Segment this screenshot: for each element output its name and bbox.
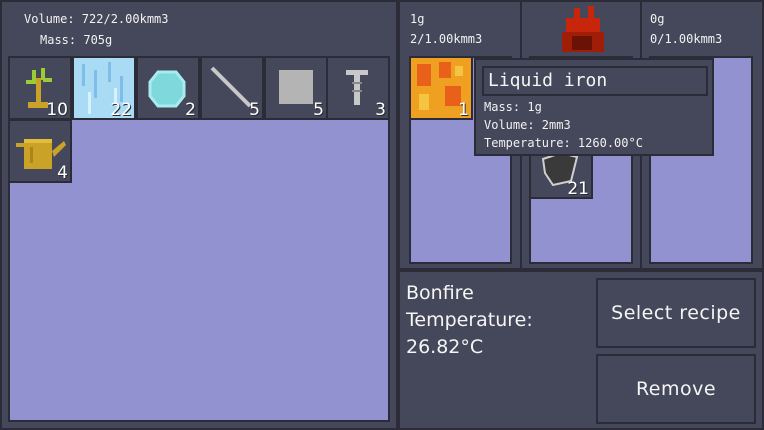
fire-slot-right-volume: 0/1.00kmm3 xyxy=(650,32,723,46)
station-name: Bonfire xyxy=(406,282,474,304)
item-count: 10 xyxy=(46,100,68,120)
item-count: 1 xyxy=(458,100,469,120)
item-count: 2 xyxy=(185,100,196,120)
item-count: 3 xyxy=(375,100,386,120)
item-count: 22 xyxy=(110,100,132,120)
tooltip-title: Liquid iron xyxy=(482,66,708,96)
remove-button[interactable]: Remove xyxy=(596,354,756,424)
inventory-slot-sapling[interactable]: 10 xyxy=(8,56,72,120)
inventory-slot-bolt[interactable]: 3 xyxy=(326,56,390,120)
inventory-slot-watering-can[interactable]: 4 xyxy=(8,119,72,183)
inventory-slot-crystal[interactable]: 2 xyxy=(136,56,200,120)
inventory-mass: Mass: 705g xyxy=(40,33,113,47)
inventory-slot-stone-block[interactable]: 5 xyxy=(264,56,328,120)
tooltip-temperature: Temperature: 1260.00°C xyxy=(484,136,643,150)
inventory-slot-stick[interactable]: 5 xyxy=(200,56,264,120)
item-count: 5 xyxy=(249,100,260,120)
tooltip-mass: Mass: 1g xyxy=(484,100,542,114)
inventory-volume: Volume: 722/2.00kmm3 xyxy=(24,12,169,26)
fire-slot-left-liquid-iron[interactable]: 1 xyxy=(409,56,473,120)
fire-icon xyxy=(562,6,604,52)
station-temperature-label: Temperature: xyxy=(406,309,533,331)
item-count: 5 xyxy=(313,100,324,120)
fire-slot-left-volume: 2/1.00kmm3 xyxy=(410,32,483,46)
item-count: 4 xyxy=(57,163,68,183)
item-count: 21 xyxy=(567,179,589,199)
item-tooltip: Liquid iron Mass: 1g Volume: 2mm3 Temper… xyxy=(474,58,714,156)
fire-slot-right-mass: 0g xyxy=(650,12,665,26)
fire-slot-left-mass: 1g xyxy=(410,12,425,26)
station-temperature-value: 26.82°C xyxy=(406,336,484,358)
tooltip-volume: Volume: 2mm3 xyxy=(484,118,571,132)
inventory-slot-ice[interactable]: 22 xyxy=(72,56,136,120)
select-recipe-button[interactable]: Select recipe xyxy=(596,278,756,348)
